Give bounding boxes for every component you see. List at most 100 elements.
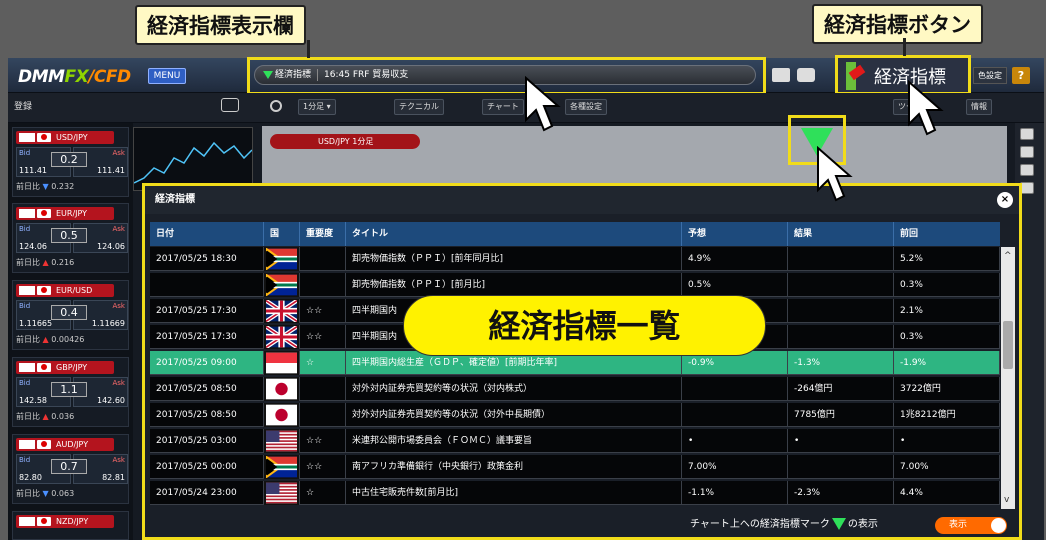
row-title: 中古住宅販売件数[前月比] <box>346 481 682 505</box>
flag-za-icon <box>266 274 297 296</box>
col-result: 結果 <box>788 222 894 246</box>
change-value: 0.063 <box>51 489 75 498</box>
flag-icon <box>37 440 51 449</box>
tool-icon-4[interactable] <box>1020 182 1034 194</box>
bid-price: 111.41 <box>19 166 47 175</box>
pair-header: EUR/JPY <box>16 207 114 220</box>
row-importance: ☆☆ <box>300 325 346 349</box>
row-previous: 1兆8212億円 <box>894 403 1000 427</box>
row-title: 卸売物価指数（ＰＰＩ）[前月比] <box>346 273 682 297</box>
row-previous: 0.3% <box>894 325 1000 349</box>
row-result: • <box>788 429 894 453</box>
row-importance: ☆☆ <box>300 455 346 479</box>
flag-us-icon <box>266 430 297 452</box>
pair-name: EUR/JPY <box>56 209 88 218</box>
row-importance: ☆☆ <box>300 299 346 323</box>
row-forecast: 7.00% <box>682 455 788 479</box>
table-row[interactable]: 卸売物価指数（ＰＰＩ）[前月比] 0.5% 0.3% <box>150 273 1000 297</box>
timeframe-select[interactable]: 1分足 ▾ <box>298 99 336 115</box>
technical-button[interactable]: テクニカル <box>394 99 444 115</box>
camera-icon[interactable] <box>797 68 815 82</box>
ticker-highlight <box>247 57 766 95</box>
row-importance: ☆ <box>300 351 346 375</box>
row-title: 対外対内証券売買契約等の状況（対内株式） <box>346 377 682 401</box>
indicator-mark-icon <box>831 518 846 530</box>
row-flag <box>264 247 300 271</box>
currency-pair-card[interactable]: USD/JPY Bid 111.41 Ask 111.41 0.2 前日比 ▼ 0.2… <box>12 127 129 197</box>
down-arrow-icon: ▼ <box>42 489 49 498</box>
scrollbar[interactable]: ^ v <box>1001 247 1015 509</box>
tool-icon-2[interactable] <box>1020 146 1034 158</box>
currency-pair-card[interactable]: AUD/JPY Bid 82.80 Ask 82.81 0.7 前日比 ▼ 0.063 <box>12 434 129 504</box>
spread-value: 1.1 <box>51 382 87 397</box>
table-row[interactable]: 2017/05/25 03:00 ☆☆ 米連邦公開市場委員会（ＦＯＭＣ）議事要旨 • •… <box>150 429 1000 453</box>
currency-pair-card[interactable]: GBP/JPY Bid 142.58 Ask 142.60 1.1 前日比 ▲ 0.0… <box>12 357 129 427</box>
col-forecast: 予想 <box>682 222 788 246</box>
bid-label: Bid <box>19 302 31 310</box>
help-button[interactable]: ? <box>1012 67 1030 84</box>
spread-value: 0.2 <box>51 152 87 167</box>
row-forecast: • <box>682 429 788 453</box>
ask-price: 142.60 <box>97 396 125 405</box>
bid-label: Bid <box>19 225 31 233</box>
table-row[interactable]: 2017/05/24 23:00 ☆ 中古住宅販売件数[前月比] -1.1% -2.3%… <box>150 481 1000 505</box>
currency-pair-card[interactable]: EUR/USD Bid 1.11665 Ask 1.11669 0.4 前日比 ▲ 0… <box>12 280 129 350</box>
logo-fx: FX <box>64 67 89 87</box>
flag-sg-icon <box>266 352 297 374</box>
row-forecast: 4.9% <box>682 247 788 271</box>
tool-icon-3[interactable] <box>1020 164 1034 176</box>
currency-pair-card[interactable]: NZD/JPY <box>12 511 129 540</box>
menu-button[interactable]: MENU <box>148 68 186 84</box>
register-button[interactable]: 登録 <box>14 99 32 112</box>
pair-name: AUD/JPY <box>56 440 89 449</box>
logo-cfd: /CFD <box>88 67 131 87</box>
table-header: 日付 国 重要度 タイトル 予想 結果 前回 <box>150 222 1000 246</box>
pair-name: NZD/JPY <box>56 517 89 526</box>
callout-indicator-list: 経済指標一覧 <box>403 295 766 356</box>
scroll-down-icon[interactable]: v <box>1004 495 1009 505</box>
flag-gb-icon <box>266 300 297 322</box>
ask-label: Ask <box>112 149 126 157</box>
tool-icon-1[interactable] <box>1020 128 1034 140</box>
change-label: 前日比 <box>16 489 40 498</box>
row-result <box>788 325 894 349</box>
info-button[interactable]: 情報 <box>966 99 992 115</box>
print-icon[interactable] <box>772 68 790 82</box>
table-row[interactable]: 2017/05/25 08:50 対外対内証券売買契約等の状況（対外中長期債） 77… <box>150 403 1000 427</box>
table-row[interactable]: 2017/05/25 08:50 対外対内証券売買契約等の状況（対内株式） -264… <box>150 377 1000 401</box>
spread-value: 0.7 <box>51 459 87 474</box>
change-row: 前日比 ▼ 0.063 <box>16 488 126 499</box>
bid-label: Bid <box>19 379 31 387</box>
table-body: 2017/05/25 18:30 卸売物価指数（ＰＰＩ）[前年同月比] 4.9% 5.… <box>150 247 1000 509</box>
currency-pair-card[interactable]: EUR/JPY Bid 124.06 Ask 124.06 0.5 前日比 ▲ 0.2… <box>12 203 129 273</box>
row-previous: 4.4% <box>894 481 1000 505</box>
row-previous: -1.9% <box>894 351 1000 375</box>
row-date: 2017/05/25 18:30 <box>150 247 264 271</box>
row-importance: ☆☆ <box>300 429 346 453</box>
row-importance <box>300 403 346 427</box>
chart-button[interactable]: チャート <box>482 99 524 115</box>
table-row[interactable]: 2017/05/25 18:30 卸売物価指数（ＰＰＩ）[前年同月比] 4.9% 5.… <box>150 247 1000 271</box>
row-flag <box>264 455 300 479</box>
ask-label: Ask <box>112 379 126 387</box>
layout-icon[interactable] <box>221 98 239 112</box>
scroll-up-icon[interactable]: ^ <box>1004 251 1012 261</box>
flag-icon <box>37 286 51 295</box>
pair-name: USD/JPY <box>56 133 88 142</box>
zoom-icon[interactable] <box>270 100 282 112</box>
indicator-button[interactable]: 経済指標 <box>835 55 971 95</box>
row-date: 2017/05/25 03:00 <box>150 429 264 453</box>
table-row[interactable]: 2017/05/25 00:00 ☆☆ 南アフリカ準備銀行（中央銀行）政策金利 7.0… <box>150 455 1000 479</box>
row-flag <box>264 481 300 505</box>
ask-label: Ask <box>112 302 126 310</box>
spread-value: 0.5 <box>51 228 87 243</box>
scroll-thumb[interactable] <box>1003 321 1013 369</box>
settings-button[interactable]: 各種設定 <box>565 99 607 115</box>
col-previous: 前回 <box>900 229 919 239</box>
close-icon[interactable]: × <box>997 192 1013 208</box>
ask-price: 124.06 <box>97 242 125 251</box>
row-title: 南アフリカ準備銀行（中央銀行）政策金利 <box>346 455 682 479</box>
mini-chart <box>133 127 253 191</box>
display-toggle[interactable]: 表示 <box>935 517 1007 534</box>
color-settings-button[interactable]: 色設定 <box>973 67 1007 84</box>
